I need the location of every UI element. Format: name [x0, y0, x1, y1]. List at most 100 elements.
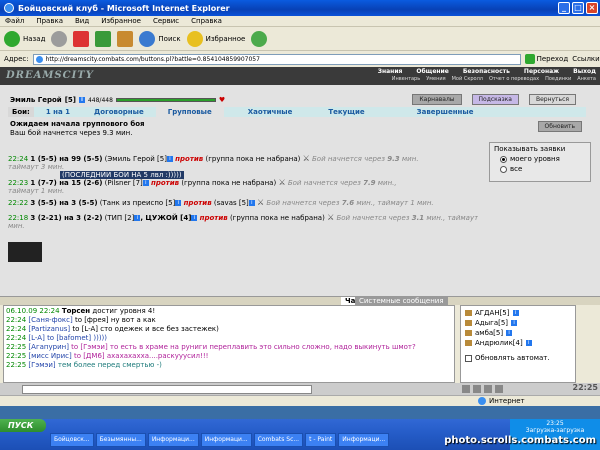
wait-title: Ожидаем начала группового боя: [10, 120, 145, 128]
clear-icon[interactable]: [473, 385, 481, 393]
tab-group[interactable]: Групповые: [155, 107, 224, 117]
user-name[interactable]: АГДАН[5]: [475, 309, 510, 317]
user-row[interactable]: АГДАН[5] i: [465, 308, 571, 318]
info-icon[interactable]: i: [142, 180, 149, 186]
menu-file[interactable]: Файл: [5, 17, 24, 25]
task-button[interactable]: Безымянны...: [95, 433, 146, 447]
info-icon[interactable]: i: [506, 330, 513, 336]
task-button[interactable]: Информаци...: [200, 433, 252, 447]
swords-icon[interactable]: ⚔: [327, 213, 334, 222]
task-button[interactable]: Информаци...: [147, 433, 199, 447]
tab-current[interactable]: Текущие: [304, 107, 376, 117]
menu-help[interactable]: Справка: [191, 17, 222, 25]
links-label[interactable]: Ссылки: [572, 55, 600, 63]
battle-row-extra: таймаут 1 мин.: [8, 187, 478, 195]
subnav-scroll[interactable]: Мой Скролл: [452, 76, 483, 82]
nav-character[interactable]: Персонаж: [524, 68, 559, 75]
chat-nick[interactable]: [Partizanus]: [28, 325, 70, 333]
swords-icon[interactable]: ⚔: [257, 198, 264, 207]
info-icon[interactable]: i: [525, 340, 532, 346]
chat-nick[interactable]: [Саня-фокс]: [28, 316, 72, 324]
tab-contract[interactable]: Договорные: [82, 107, 156, 117]
task-button[interactable]: Combats Sc...: [253, 433, 304, 447]
karnavals-button[interactable]: Карнавалы: [412, 94, 462, 105]
swords-icon[interactable]: ⚔: [278, 178, 285, 187]
info-icon[interactable]: i: [248, 200, 255, 206]
swords-icon[interactable]: ⚔: [303, 154, 310, 163]
radio-my-level[interactable]: [500, 155, 507, 163]
subnav-inventory[interactable]: Инвентарь: [392, 76, 420, 82]
user-name[interactable]: Андрюлик[4]: [475, 339, 523, 347]
tab-1v1[interactable]: 1 на 1: [34, 107, 82, 117]
search-button[interactable]: Поиск: [139, 30, 181, 47]
task-button[interactable]: Бойцовск...: [50, 433, 94, 447]
chat-nick[interactable]: [мисс Ирис]: [28, 352, 71, 360]
tab-finished[interactable]: Завершенные: [377, 107, 486, 117]
user-name[interactable]: Адыга[5]: [475, 319, 508, 327]
filter-icon[interactable]: [484, 385, 492, 393]
info-icon[interactable]: i: [512, 310, 519, 316]
back-button[interactable]: Назад: [4, 30, 45, 47]
battle-teams[interactable]: 3 (5-5) на 3 (5-5): [30, 199, 97, 207]
battle-minutes: 3.1: [411, 214, 425, 222]
start-button[interactable]: ПУСК: [0, 419, 46, 432]
user-row[interactable]: амба[5] i: [465, 328, 571, 338]
forward-button[interactable]: [51, 30, 68, 47]
chat-nick[interactable]: [Гэмэи]: [28, 361, 55, 369]
maximize-button[interactable]: □: [572, 2, 584, 14]
auto-update-checkbox[interactable]: [465, 354, 472, 362]
info-icon[interactable]: i: [166, 156, 173, 162]
battle-teams[interactable]: 1 (5-5) на 99 (5-5): [30, 155, 102, 163]
menu-edit[interactable]: Правка: [36, 17, 63, 25]
battle-row: 22:22 3 (5-5) на 3 (5-5) (Танк из преисп…: [8, 198, 478, 207]
task-button[interactable]: Информаци...: [338, 433, 390, 447]
battle-teams[interactable]: 3 (2-21) на 3 (2-2): [30, 214, 102, 222]
info-icon[interactable]: i: [191, 215, 198, 221]
subnav-profile[interactable]: Анкета: [577, 76, 596, 82]
address-input[interactable]: http://dreamscity.combats.com/buttons.pl…: [32, 53, 521, 65]
chat-input[interactable]: [22, 384, 312, 394]
menu-tools[interactable]: Сервис: [153, 17, 179, 25]
sound-icon[interactable]: [495, 385, 503, 393]
chat-nick[interactable]: [L-A]: [28, 334, 44, 342]
hint-button[interactable]: Подсказка: [471, 94, 519, 105]
chat-nick[interactable]: [Агапурин]: [28, 343, 69, 351]
chat-line: 22:25 [Гэмэи] тем более перед смертью -): [6, 361, 452, 370]
chat-nick[interactable]: Торсен: [62, 307, 90, 315]
desktop-strip: [0, 406, 600, 419]
nav-security[interactable]: Безопасность: [463, 68, 510, 75]
subnav-battles[interactable]: Поединки: [545, 76, 571, 82]
back-link-button[interactable]: Вернуться: [528, 94, 576, 105]
media-icon[interactable]: [251, 30, 268, 47]
battle-teams[interactable]: 1 (7-7) на 15 (2-6): [30, 179, 102, 187]
game-clock: 22:25: [572, 383, 598, 392]
subnav-skills[interactable]: Умения: [426, 76, 445, 82]
battle-player: (Pilsner [7]: [104, 179, 143, 187]
go-button[interactable]: Переход: [524, 54, 568, 64]
user-row[interactable]: Адыга[5] i: [465, 318, 571, 328]
tab-chaotic[interactable]: Хаотичные: [224, 107, 305, 117]
info-icon[interactable]: i: [511, 320, 518, 326]
refresh-button[interactable]: Обновить: [537, 121, 582, 132]
info-icon[interactable]: i: [175, 200, 182, 206]
user-row[interactable]: Андрюлик[4] i: [465, 338, 571, 348]
close-button[interactable]: ×: [586, 2, 598, 14]
home-icon[interactable]: [117, 30, 134, 47]
refresh-icon[interactable]: [95, 30, 112, 47]
info-icon[interactable]: i: [78, 97, 85, 103]
nav-exit[interactable]: Выход: [573, 68, 596, 75]
subnav-transfers[interactable]: Отчет о переводах: [489, 76, 539, 82]
battle-player: (Эмиль Герой [5]: [104, 155, 167, 163]
favorites-button[interactable]: Избранное: [186, 30, 245, 47]
nav-knowledge[interactable]: Знания: [378, 68, 403, 75]
smile-icon[interactable]: [462, 385, 470, 393]
battle-player-2: , ЦУЖОЙ [4]: [140, 214, 192, 222]
minimize-button[interactable]: _: [558, 2, 570, 14]
nav-communication[interactable]: Общение: [416, 68, 448, 75]
stop-icon[interactable]: [73, 30, 90, 47]
user-name[interactable]: амба[5]: [475, 329, 503, 337]
radio-all[interactable]: [500, 165, 507, 173]
task-button[interactable]: t - Paint: [305, 433, 337, 447]
menu-favorites[interactable]: Избранное: [101, 17, 141, 25]
menu-view[interactable]: Вид: [75, 17, 89, 25]
